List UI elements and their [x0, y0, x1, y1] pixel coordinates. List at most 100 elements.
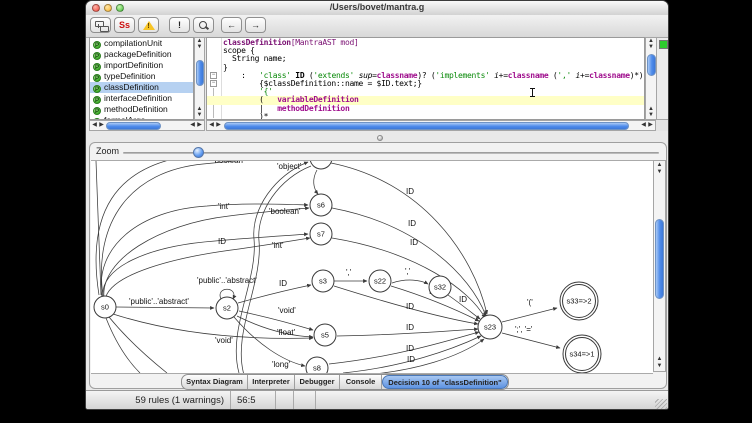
syntax-coloring-button[interactable]: Ss — [114, 17, 135, 33]
rule-name: typeDefinition — [104, 71, 156, 81]
parser-rule-icon: P — [93, 41, 101, 49]
find-button[interactable] — [193, 17, 214, 33]
edge-label: 'boolean' — [269, 207, 301, 216]
dfa-edge — [116, 307, 214, 308]
edge-label: ID — [279, 279, 287, 288]
sidebar-item-typeDefinition[interactable]: PtypeDefinition — [90, 71, 193, 82]
syntax-coloring-label: Ss — [119, 20, 130, 30]
sidebar-vscroll-thumb[interactable] — [196, 60, 204, 86]
back-arrow-icon: ← — [227, 20, 236, 30]
parser-rule-icon: P — [93, 96, 101, 104]
edge-label: ';', '=' — [515, 325, 533, 334]
rules-view-button[interactable] — [90, 17, 111, 33]
splitter-handle[interactable] — [377, 135, 383, 141]
dfa-edge — [502, 308, 557, 322]
dfa-svg: 'boolean''object''int''boolean'ID'int''p… — [91, 161, 653, 373]
editor-hscroll-thumb[interactable] — [224, 122, 629, 130]
status-cell — [276, 391, 294, 410]
forward-button[interactable]: → — [245, 17, 266, 33]
dfa-edge — [331, 163, 487, 314]
parser-rule-icon: P — [93, 107, 101, 115]
edge-label: 'int' — [272, 241, 284, 250]
dfa-edge — [238, 285, 311, 303]
code-line[interactable]: | methodDefinition — [223, 105, 644, 113]
state-label: s22 — [374, 277, 386, 286]
fold-marker[interactable]: − — [210, 72, 217, 79]
rule-name: importDefinition — [104, 60, 163, 70]
parser-rule-icon: P — [93, 85, 101, 93]
rule-name: interfaceDefinition — [104, 93, 172, 103]
dfa-edge — [96, 161, 296, 295]
ideas-button[interactable]: ! — [169, 17, 190, 33]
code-line[interactable]: classDefinition[MantraAST mod] — [223, 39, 644, 47]
code-line[interactable]: )* — [223, 113, 644, 120]
resize-grip[interactable] — [655, 399, 667, 410]
grammar-status-indicator — [659, 40, 668, 49]
state-label: s33=>2 — [566, 297, 591, 306]
fold-marker[interactable]: − — [210, 80, 217, 87]
sidebar-item-importDefinition[interactable]: PimportDefinition — [90, 60, 193, 71]
sidebar-item-classDefinition[interactable]: PclassDefinition — [90, 82, 193, 93]
state-label: s32 — [434, 283, 446, 292]
edge-label: ID — [459, 295, 467, 304]
edge-label: ID — [406, 323, 414, 332]
tab-decision-10-of-classdefinition[interactable]: Decision 10 of "classDefinition" — [382, 375, 508, 389]
edge-label: 'public'..'abstract' — [197, 276, 257, 285]
dfa-edge — [109, 317, 167, 373]
parser-rule-icon: P — [93, 63, 101, 71]
horizontal-splitter[interactable] — [86, 131, 668, 142]
back-button[interactable]: ← — [221, 17, 242, 33]
edge-label: ',' — [346, 268, 352, 277]
parser-rule-icon: P — [93, 52, 101, 60]
code-line[interactable]: String name; — [223, 55, 644, 63]
status-rules: 59 rules (1 warnings) — [89, 391, 231, 410]
edge-label: ID — [407, 355, 415, 364]
sidebar-item-methodDefinition[interactable]: PmethodDefinition — [90, 104, 193, 115]
sidebar-item-packageDefinition[interactable]: PpackageDefinition — [90, 49, 193, 60]
titlebar: /Users/bovet/mantra.g — [86, 1, 668, 16]
code-lines: classDefinition[MantraAST mod]scope { St… — [223, 39, 644, 120]
edge-label: ',' — [405, 267, 411, 276]
edge-label: ID — [406, 302, 414, 311]
grammar-editor[interactable]: − − classDefinition[MantraAST mod]scope … — [206, 37, 645, 120]
zoom-slider-thumb[interactable] — [193, 147, 204, 158]
tab-bar: Syntax DiagramInterpreterDebuggerConsole… — [181, 374, 509, 390]
editor-hscrollbar[interactable]: ◀ ▶ ◀ ▶ — [206, 120, 656, 131]
state-label: s6 — [317, 201, 325, 210]
sidebar-hscroll-thumb[interactable] — [106, 122, 161, 130]
diagram-vscroll-thumb[interactable] — [655, 219, 664, 299]
diagram-vscrollbar[interactable]: ▲ ▼ ▲ ▼ — [653, 160, 666, 372]
dfa-edge — [106, 318, 140, 373]
state-label: s34=>1 — [569, 350, 594, 359]
editor-vscroll-thumb[interactable] — [647, 54, 656, 76]
rule-name: packageDefinition — [104, 49, 172, 59]
warnings-button[interactable]: ! — [138, 17, 159, 33]
rule-name: compilationUnit — [104, 38, 162, 48]
edge-label: ID — [406, 187, 414, 196]
edge-label: 'public'..'abstract' — [129, 297, 189, 306]
state-label: s23 — [484, 323, 496, 332]
zoom-slider[interactable] — [123, 152, 659, 154]
tab-debugger[interactable]: Debugger — [295, 375, 340, 389]
sidebar-vscrollbar[interactable]: ▲ ▼ ▲ ▼ — [194, 37, 205, 120]
statusbar: 59 rules (1 warnings) 56:5 — [86, 390, 668, 410]
app-window: /Users/bovet/mantra.g Ss ! ! ← → Pcompil… — [85, 0, 669, 410]
desktop: { "window": { "title": "/Users/bovet/man… — [0, 0, 752, 423]
state-label: s0 — [101, 303, 109, 312]
tab-console[interactable]: Console — [340, 375, 382, 389]
code-line[interactable]: {$classDefinition::name = $ID.text;} — [223, 80, 644, 88]
sidebar-item-interfaceDefinition[interactable]: PinterfaceDefinition — [90, 93, 193, 104]
edge-label: 'void' — [215, 336, 233, 345]
sidebar-hscrollbar[interactable]: ◀ ▶ ◀ ▶ — [89, 120, 205, 131]
edge-label: 'void' — [278, 306, 296, 315]
sidebar-item-compilationUnit[interactable]: PcompilationUnit — [90, 38, 193, 49]
edge-label: 'float' — [277, 328, 296, 337]
state-label: s2 — [223, 304, 231, 313]
tab-syntax-diagram[interactable]: Syntax Diagram — [182, 375, 248, 389]
tab-interpreter[interactable]: Interpreter — [248, 375, 295, 389]
edge-label: '(' — [527, 298, 533, 307]
dfa-edge — [329, 332, 479, 364]
ideas-label: ! — [178, 20, 181, 30]
state-label: s8 — [313, 364, 321, 373]
decision-panel: Zoom 'boolean''object''int''boolean'ID'i… — [89, 142, 667, 389]
